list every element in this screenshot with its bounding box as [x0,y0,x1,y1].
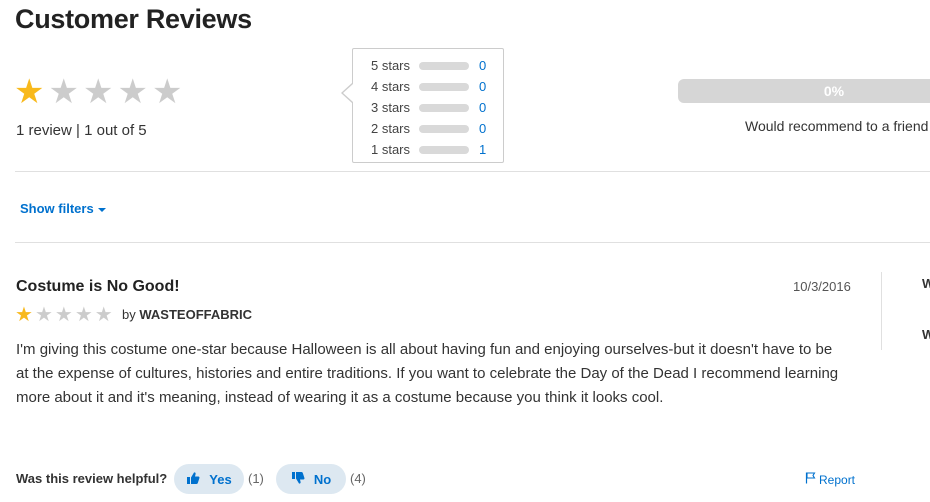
overall-rating-stars: ★ ★ ★ ★ ★ [14,74,182,110]
divider [15,242,930,243]
histogram-count[interactable]: 0 [479,121,486,136]
review-rating-stars: ★ ★ ★ ★ ★ [15,304,113,326]
histogram-count[interactable]: 0 [479,58,486,73]
report-link[interactable]: Report [805,472,855,487]
page-title: Customer Reviews [15,4,252,34]
histogram-bar [419,103,469,112]
author-name: WASTEOFFABRIC [139,307,253,322]
histogram-row-5[interactable]: 5 stars 0 [371,55,486,76]
no-count: (4) [350,471,366,486]
histogram-row-1[interactable]: 1 stars 1 [371,139,486,160]
rating-summary: 1 review | 1 out of 5 [16,122,147,139]
histogram-pointer-inner [343,84,353,102]
star-empty-icon: ★ [94,304,113,326]
star-empty-icon: ★ [117,73,148,111]
star-filled-icon: ★ [15,304,33,326]
review-title: Costume is No Good! [16,278,180,295]
histogram-row-3[interactable]: 3 stars 0 [371,97,486,118]
star-empty-icon: ★ [34,304,53,326]
star-empty-icon: ★ [82,73,114,111]
star-empty-icon: ★ [74,304,93,326]
report-label: Report [819,472,856,487]
flag-icon [805,472,816,487]
side-text-1: W [922,276,930,291]
star-empty-icon: ★ [151,73,183,111]
histogram-bar [419,124,469,133]
by-prefix: by [122,307,136,322]
histogram-label: 5 stars [371,58,411,73]
helpful-no-button[interactable]: No [276,464,346,494]
histogram-label: 3 stars [371,100,411,115]
histogram-row-2[interactable]: 2 stars 0 [371,118,486,139]
thumbs-down-icon [291,471,305,488]
side-text-2: W [922,327,930,342]
divider [15,171,930,172]
show-filters-toggle[interactable]: Show filters [20,201,106,216]
review-body: I'm giving this costume one-star because… [16,341,839,406]
thumbs-up-icon [186,471,200,488]
star-empty-icon: ★ [48,73,79,111]
histogram-row-4[interactable]: 4 stars 0 [371,76,486,97]
histogram-count[interactable]: 0 [479,79,486,94]
recommend-label: Would recommend to a friend [745,118,929,134]
histogram-label: 4 stars [371,79,411,94]
review-date: 10/3/2016 [793,279,851,294]
histogram-count[interactable]: 1 [479,142,486,157]
yes-label: Yes [209,471,232,487]
review-author: by WASTEOFFABRIC [122,307,252,322]
helpful-yes-button[interactable]: Yes [174,464,244,494]
histogram-label: 2 stars [371,121,411,136]
star-empty-icon: ★ [54,304,73,326]
rating-histogram: 5 stars 0 4 stars 0 3 stars 0 2 stars 0 … [352,48,504,163]
histogram-count[interactable]: 0 [479,100,486,115]
histogram-bar [419,61,469,70]
no-label: No [313,471,332,487]
star-filled-icon: ★ [14,73,45,111]
histogram-label: 1 stars [371,142,411,157]
show-filters-label: Show filters [20,201,94,216]
helpful-label: Was this review helpful? [16,471,168,486]
side-divider [881,272,882,350]
recommend-percent: 0% [823,83,845,99]
yes-count: (1) [248,471,264,486]
caret-down-icon [97,207,106,212]
histogram-bar [419,145,469,154]
histogram-bar [419,82,469,91]
